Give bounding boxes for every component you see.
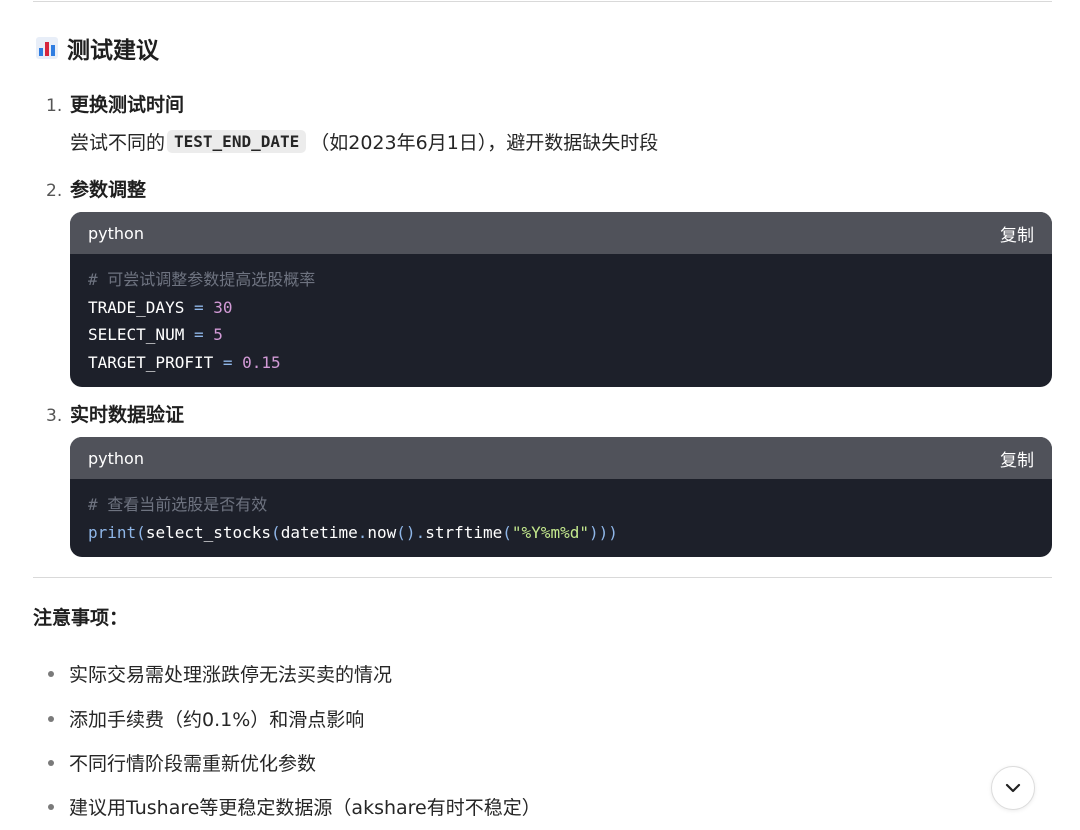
list-heading: 参数调整	[70, 179, 147, 201]
description-suffix: （如2023年6月1日），避开数据缺失时段	[310, 132, 659, 154]
code-token: )))	[588, 522, 618, 542]
code-token: (	[136, 522, 146, 542]
code-number: 5	[213, 325, 223, 344]
bullet-item: 建议用Tushare等更稳定数据源（akshare有时不稳定）	[48, 793, 541, 820]
notes-title: 注意事项：	[33, 607, 129, 629]
code-language: python	[88, 448, 144, 468]
code-content: # 查看当前选股是否有效 print(select_stocks(datetime…	[70, 479, 1052, 546]
code-line: TARGET_PROFIT = 0.15	[88, 349, 1034, 377]
list-item-2: 2. 参数调整	[46, 175, 146, 202]
bullet-dot	[48, 670, 54, 677]
bullet-dot	[48, 715, 54, 722]
bullet-text: 建议用Tushare等更稳定数据源（akshare有时不稳定）	[69, 797, 541, 819]
top-divider	[33, 1, 1052, 2]
copy-button[interactable]: 复制	[1000, 221, 1034, 246]
list-heading: 更换测试时间	[70, 94, 185, 116]
list-heading: 实时数据验证	[70, 404, 185, 426]
section-divider	[33, 577, 1052, 578]
code-comment: # 查看当前选股是否有效	[88, 495, 268, 514]
code-var: TRADE_DAYS	[88, 297, 185, 317]
code-token: .	[415, 522, 426, 542]
code-token: (	[271, 522, 281, 542]
code-token: print	[88, 522, 137, 542]
code-header: python 复制	[70, 437, 1052, 479]
code-line: print(select_stocks(datetime.now().strft…	[88, 519, 1034, 547]
code-number: 0.15	[242, 352, 281, 372]
code-comment: # 可尝试调整参数提高选股概率	[88, 270, 316, 289]
code-line: SELECT_NUM = 5	[88, 321, 1034, 349]
chevron-down-icon	[1005, 783, 1021, 793]
code-token: strftime	[425, 522, 503, 542]
code-token: (	[502, 522, 512, 542]
code-op: =	[193, 297, 204, 317]
bullet-item: 不同行情阶段需重新优化参数	[48, 749, 316, 776]
code-line: TRADE_DAYS = 30	[88, 294, 1034, 322]
list-item-3: 3. 实时数据验证	[46, 400, 184, 427]
code-token: datetime	[280, 522, 358, 542]
code-string: "%Y%m%d"	[511, 522, 589, 542]
list-number: 1.	[46, 96, 63, 116]
list-number: 3.	[46, 406, 63, 426]
code-token: ()	[396, 522, 416, 542]
code-block-params: python 复制 # 可尝试调整参数提高选股概率 TRADE_DAYS = 30…	[70, 212, 1052, 387]
section-heading: 测试建议	[36, 30, 159, 66]
bullet-text: 添加手续费（约0.1%）和滑点影响	[69, 709, 365, 731]
bullet-text: 实际交易需处理涨跌停无法买卖的情况	[69, 664, 393, 686]
bullet-text: 不同行情阶段需重新优化参数	[69, 753, 317, 775]
copy-button[interactable]: 复制	[1000, 446, 1034, 471]
list-item-1: 1. 更换测试时间	[46, 90, 184, 117]
code-content: # 可尝试调整参数提高选股概率 TRADE_DAYS = 30 SELECT_NUM…	[70, 254, 1052, 376]
code-var: SELECT_NUM	[88, 325, 185, 344]
item-1-description: 尝试不同的 TEST_END_DATE （如2023年6月1日），避开数据缺失时…	[70, 128, 658, 155]
code-token: select_stocks	[145, 522, 272, 542]
code-block-verify: python 复制 # 查看当前选股是否有效 print(select_stock…	[70, 437, 1052, 557]
code-op: =	[222, 352, 233, 372]
code-var: TARGET_PROFIT	[88, 352, 214, 372]
code-token: .	[357, 522, 368, 542]
code-header: python 复制	[70, 212, 1052, 254]
bullet-item: 添加手续费（约0.1%）和滑点影响	[48, 705, 364, 732]
code-language: python	[88, 223, 144, 243]
code-number: 30	[213, 297, 233, 317]
bullet-item: 实际交易需处理涨跌停无法买卖的情况	[48, 660, 392, 687]
bullet-dot	[48, 803, 54, 810]
bar-chart-icon	[36, 37, 58, 59]
scroll-down-button[interactable]	[991, 766, 1035, 810]
section-title: 测试建议	[67, 38, 159, 64]
code-token: now	[367, 522, 397, 542]
inline-code: TEST_END_DATE	[167, 130, 307, 153]
code-op: =	[193, 325, 204, 344]
description-prefix: 尝试不同的	[70, 132, 166, 154]
bullet-dot	[48, 759, 54, 766]
list-number: 2.	[46, 181, 63, 201]
